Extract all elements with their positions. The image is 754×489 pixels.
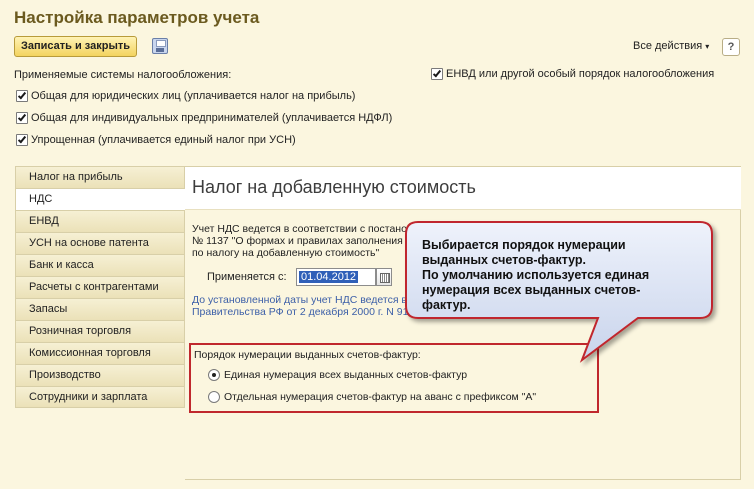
radio-button[interactable] bbox=[208, 369, 220, 381]
checkmark-icon bbox=[432, 68, 442, 78]
checkmark-icon bbox=[17, 112, 27, 122]
page-title: Настройка параметров учета bbox=[14, 8, 260, 27]
tab-patent-usn[interactable]: УСН на основе патента bbox=[15, 232, 185, 254]
settings-tabs: Налог на прибыль НДС ЕНВД УСН на основе … bbox=[15, 166, 186, 408]
tab-retail[interactable]: Розничная торговля bbox=[15, 320, 185, 342]
all-actions-label: Все действия bbox=[633, 40, 703, 52]
applied-from-label: Применяется с: bbox=[207, 271, 287, 283]
callout-line: нумерация всех выданных счетов- bbox=[422, 283, 641, 297]
floppy-disk-icon[interactable] bbox=[152, 38, 168, 54]
vat-description-line: Учет НДС ведется в соответствии с постан… bbox=[192, 223, 640, 235]
tax-systems-label: Применяемые системы налогообложения: bbox=[14, 69, 232, 81]
checkbox-box[interactable] bbox=[16, 90, 28, 102]
tab-envd[interactable]: ЕНВД bbox=[15, 210, 185, 232]
checkmark-icon bbox=[17, 90, 27, 100]
checkbox-box[interactable] bbox=[16, 112, 28, 124]
tab-bank-cash[interactable]: Банк и касса bbox=[15, 254, 185, 276]
tax-system-general-individual-checkbox[interactable]: Общая для индивидуальных предпринимателе… bbox=[16, 111, 392, 125]
radio-label: Отдельная нумерация счетов-фактур на ава… bbox=[224, 391, 537, 403]
tab-counterparties[interactable]: Расчеты с контрагентами bbox=[15, 276, 185, 298]
callout-line: выданных счетов-фактур. bbox=[422, 253, 587, 267]
envd-checkbox[interactable]: ЕНВД или другой особый порядок налогообл… bbox=[431, 67, 714, 81]
help-button[interactable]: ? bbox=[722, 38, 740, 56]
vat-description-line: по налогу на добавленную стоимость" bbox=[192, 247, 380, 259]
tab-profit-tax[interactable]: Налог на прибыль bbox=[15, 166, 185, 188]
checkbox-box[interactable] bbox=[431, 68, 443, 80]
tax-system-simplified-checkbox[interactable]: Упрощенная (уплачивается единый налог пр… bbox=[16, 133, 296, 147]
tab-payroll[interactable]: Сотрудники и зарплата bbox=[15, 386, 185, 408]
tab-production[interactable]: Производство bbox=[15, 364, 185, 386]
tab-commission[interactable]: Комиссионная торговля bbox=[15, 342, 185, 364]
checkbox-label: Упрощенная (уплачивается единый налог пр… bbox=[31, 134, 296, 146]
radio-button[interactable] bbox=[208, 391, 220, 403]
all-actions-menu[interactable]: Все действия ▾ bbox=[633, 40, 709, 52]
tax-system-general-legal-checkbox[interactable]: Общая для юридических лиц (уплачивается … bbox=[16, 89, 355, 103]
applied-from-date-input[interactable]: 01.04.2012 bbox=[296, 268, 376, 286]
numbering-label: Порядок нумерации выданных счетов-фактур… bbox=[194, 349, 421, 361]
checkbox-label: ЕНВД или другой особый порядок налогообл… bbox=[446, 68, 715, 80]
checkbox-label: Общая для юридических лиц (уплачивается … bbox=[31, 90, 356, 102]
numbering-separate-radio[interactable]: Отдельная нумерация счетов-фактур на ава… bbox=[208, 391, 536, 403]
numbering-unified-radio[interactable]: Единая нумерация всех выданных счетов-фа… bbox=[208, 369, 467, 381]
panel-header: Налог на добавленную стоимость bbox=[185, 167, 741, 210]
checkbox-box[interactable] bbox=[16, 134, 28, 146]
calendar-icon[interactable] bbox=[376, 268, 392, 286]
callout-line: Выбирается порядок нумерации bbox=[422, 238, 626, 252]
save-and-close-button[interactable]: Записать и закрыть bbox=[14, 36, 138, 57]
tab-vat[interactable]: НДС bbox=[15, 188, 186, 210]
checkbox-label: Общая для индивидуальных предпринимателе… bbox=[31, 112, 393, 124]
callout-line: По умолчанию используется единая bbox=[422, 268, 650, 282]
legacy-vat-link[interactable]: Правительства РФ от 2 декабря 2000 г. N … bbox=[192, 306, 414, 318]
radio-label: Единая нумерация всех выданных счетов-фа… bbox=[224, 369, 468, 381]
checkmark-icon bbox=[17, 134, 27, 144]
vat-panel: Налог на добавленную стоимость Учет НДС … bbox=[185, 166, 741, 480]
callout-line: фактур. bbox=[422, 298, 471, 312]
date-value: 01.04.2012 bbox=[299, 271, 359, 283]
panel-title: Налог на добавленную стоимость bbox=[192, 177, 476, 197]
chevron-down-icon: ▾ bbox=[705, 42, 710, 51]
tab-inventory[interactable]: Запасы bbox=[15, 298, 185, 320]
callout-text: Выбирается порядок нумерации выданных сч… bbox=[422, 238, 692, 313]
